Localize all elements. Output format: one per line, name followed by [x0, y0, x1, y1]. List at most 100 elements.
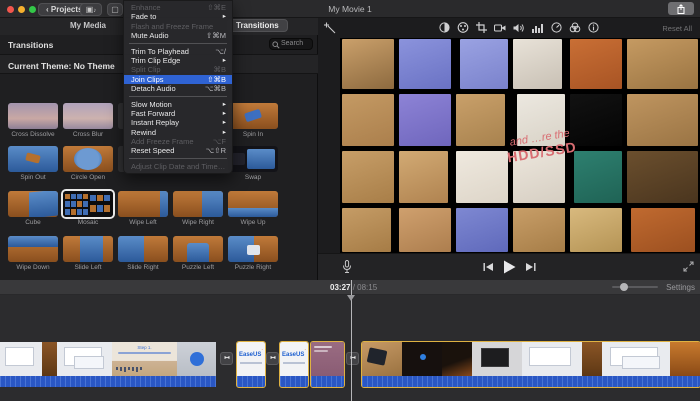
menu-item-fast-forward[interactable]: Fast Forward▸	[124, 109, 232, 118]
playhead-marker[interactable]	[347, 295, 355, 301]
menu-item-slow-motion[interactable]: Slow Motion▸	[124, 100, 232, 109]
transition-item-puzzle-right[interactable]: Puzzle Right	[228, 236, 283, 271]
transition-marker-icon[interactable]: ▸◂	[346, 352, 359, 365]
transition-thumbnail[interactable]	[63, 236, 113, 262]
menu-separator	[129, 96, 227, 97]
transition-item-mosaic[interactable]: Mosaic	[63, 191, 118, 226]
menu-item-reset-speed[interactable]: Reset Speed⌥⇧R	[124, 146, 232, 155]
transition-thumbnail[interactable]	[63, 103, 113, 129]
transition-item-spin-in[interactable]: Spin In	[228, 103, 283, 138]
color-balance-button[interactable]	[438, 21, 451, 34]
timeline-clip[interactable]	[362, 342, 700, 387]
share-button[interactable]	[668, 2, 694, 15]
transition-item-spin-out[interactable]: Spin Out	[8, 146, 63, 181]
clip-frame-wood-hand	[362, 342, 402, 376]
reset-all-button[interactable]: Reset All	[662, 24, 692, 33]
easeus-label: EaseUS˙	[237, 349, 265, 358]
transition-thumbnail[interactable]	[228, 146, 278, 172]
info-icon	[588, 22, 599, 33]
transition-item-cross-dissolve[interactable]: Cross Dissolve	[8, 103, 63, 138]
transition-label: Puzzle Right	[228, 264, 278, 271]
timeline-settings-button[interactable]: Settings	[666, 283, 695, 292]
menu-item-add-freeze-frame[interactable]: Add Freeze Frame⌥F	[124, 137, 232, 146]
transition-thumbnail[interactable]	[173, 236, 223, 262]
transition-thumbnail[interactable]	[228, 191, 278, 217]
menu-item-enhance[interactable]: Enhance⇧⌘E	[124, 3, 232, 12]
transition-thumbnail[interactable]	[8, 103, 58, 129]
playhead-time-display: 03:27 / 08:15	[330, 283, 377, 292]
menu-item-detach-audio[interactable]: Detach Audio⌥⌘B	[124, 84, 232, 93]
transition-thumbnail[interactable]	[118, 236, 168, 262]
volume-button[interactable]	[513, 21, 526, 34]
transition-marker-icon[interactable]: ▸◂	[220, 352, 233, 365]
menu-item-adjust-clip-date-and-time[interactable]: Adjust Clip Date and Time…	[124, 162, 232, 171]
transition-item-wipe-left[interactable]: Wipe Left	[118, 191, 173, 226]
clip-filter-button[interactable]	[568, 21, 581, 34]
color-correction-icon	[457, 22, 469, 33]
menu-item-flash-and-freeze-frame[interactable]: Flash and Freeze Frame	[124, 22, 232, 31]
transition-item-swap[interactable]: Swap	[228, 146, 283, 181]
transition-item-slide-right[interactable]: Slide Right	[118, 236, 173, 271]
color-correction-button[interactable]	[457, 21, 470, 34]
transition-thumbnail[interactable]	[228, 103, 278, 129]
transition-item-wipe-down[interactable]: Wipe Down	[8, 236, 63, 271]
transition-item-cube[interactable]: Cube	[8, 191, 63, 226]
tab-my-media[interactable]: My Media	[70, 21, 106, 30]
menu-item-join-clips[interactable]: Join Clips⇧⌘B	[124, 75, 232, 84]
transition-item-wipe-right[interactable]: Wipe Right	[173, 191, 228, 226]
play-icon	[503, 260, 516, 274]
window-title: My Movie 1	[0, 4, 700, 14]
transition-marker-icon[interactable]: ▸◂	[266, 352, 279, 365]
timeline-clip-easeus[interactable]: EaseUS˙	[280, 342, 308, 387]
menu-item-rewind[interactable]: Rewind▸	[124, 128, 232, 137]
transition-thumbnail[interactable]	[63, 191, 113, 217]
transition-thumbnail[interactable]	[8, 236, 58, 262]
filters-circles-icon	[569, 22, 581, 33]
menu-item-split-clip[interactable]: Split Clip⌘B	[124, 65, 232, 74]
speed-button[interactable]	[550, 21, 563, 34]
transition-thumbnail[interactable]	[118, 191, 168, 217]
previous-frame-button[interactable]	[483, 262, 494, 272]
next-frame-button[interactable]	[525, 262, 536, 272]
transition-thumbnail[interactable]	[8, 191, 58, 217]
clip-info-button[interactable]	[587, 21, 600, 34]
timeline-clip[interactable]: Step 1.	[0, 342, 216, 387]
menu-item-mute-audio[interactable]: Mute Audio⇧⌘M	[124, 31, 232, 40]
timeline-clip-purple[interactable]	[311, 342, 344, 387]
timeline[interactable]: Step 1.▸◂EaseUS˙▸◂EaseUS˙▸◂	[0, 295, 700, 401]
tab-transitions[interactable]: Transitions	[227, 19, 288, 32]
clip-frame-dark-orange	[442, 342, 472, 376]
transition-thumbnail[interactable]	[63, 146, 113, 172]
transition-label: Cube	[8, 219, 58, 226]
menu-item-instant-replay[interactable]: Instant Replay▸	[124, 118, 232, 127]
enhance-wand-button[interactable]	[324, 22, 337, 35]
mosaic-tile	[456, 208, 508, 252]
menu-item-trim-clip-edge[interactable]: Trim Clip Edge▸	[124, 56, 232, 65]
play-button[interactable]	[503, 260, 516, 274]
transition-item-wipe-up[interactable]: Wipe Up	[228, 191, 283, 226]
transition-thumbnail[interactable]	[8, 146, 58, 172]
transition-thumbnail[interactable]	[228, 236, 278, 262]
crop-button[interactable]	[475, 21, 488, 34]
mosaic-tile	[342, 208, 391, 252]
imovie-window: ‹ Projects ▣♪ ▢ My Movie 1 My Media Tran…	[0, 0, 700, 401]
timeline-zoom-slider[interactable]	[612, 286, 658, 288]
stabilization-button[interactable]	[494, 21, 507, 34]
menu-item-trim-to-playhead[interactable]: Trim To Playhead⌥/	[124, 47, 232, 56]
transition-item-puzzle-left[interactable]: Puzzle Left	[173, 236, 228, 271]
transition-thumbnail[interactable]	[173, 191, 223, 217]
transition-item-circle-open[interactable]: Circle Open	[63, 146, 118, 181]
mosaic-tile	[627, 39, 698, 89]
search-input[interactable]: Search	[269, 38, 313, 50]
transition-item-cross-blur[interactable]: Cross Blur	[63, 103, 118, 138]
viewer-pane: Reset All and …re the HDD/SSD	[318, 18, 700, 280]
transition-item-slide-left[interactable]: Slide Left	[63, 236, 118, 271]
menu-item-fade-to[interactable]: Fade to▸	[124, 12, 232, 21]
clip-context-menu: Enhance⇧⌘EFade to▸Flash and Freeze Frame…	[123, 0, 233, 174]
zoom-slider-thumb[interactable]	[620, 283, 628, 291]
transition-label: Spin Out	[8, 174, 58, 181]
noise-reduction-button[interactable]	[531, 21, 544, 34]
menu-separator	[129, 158, 227, 159]
fullscreen-button[interactable]	[683, 261, 694, 272]
timeline-clip-easeus[interactable]: EaseUS˙	[237, 342, 265, 387]
